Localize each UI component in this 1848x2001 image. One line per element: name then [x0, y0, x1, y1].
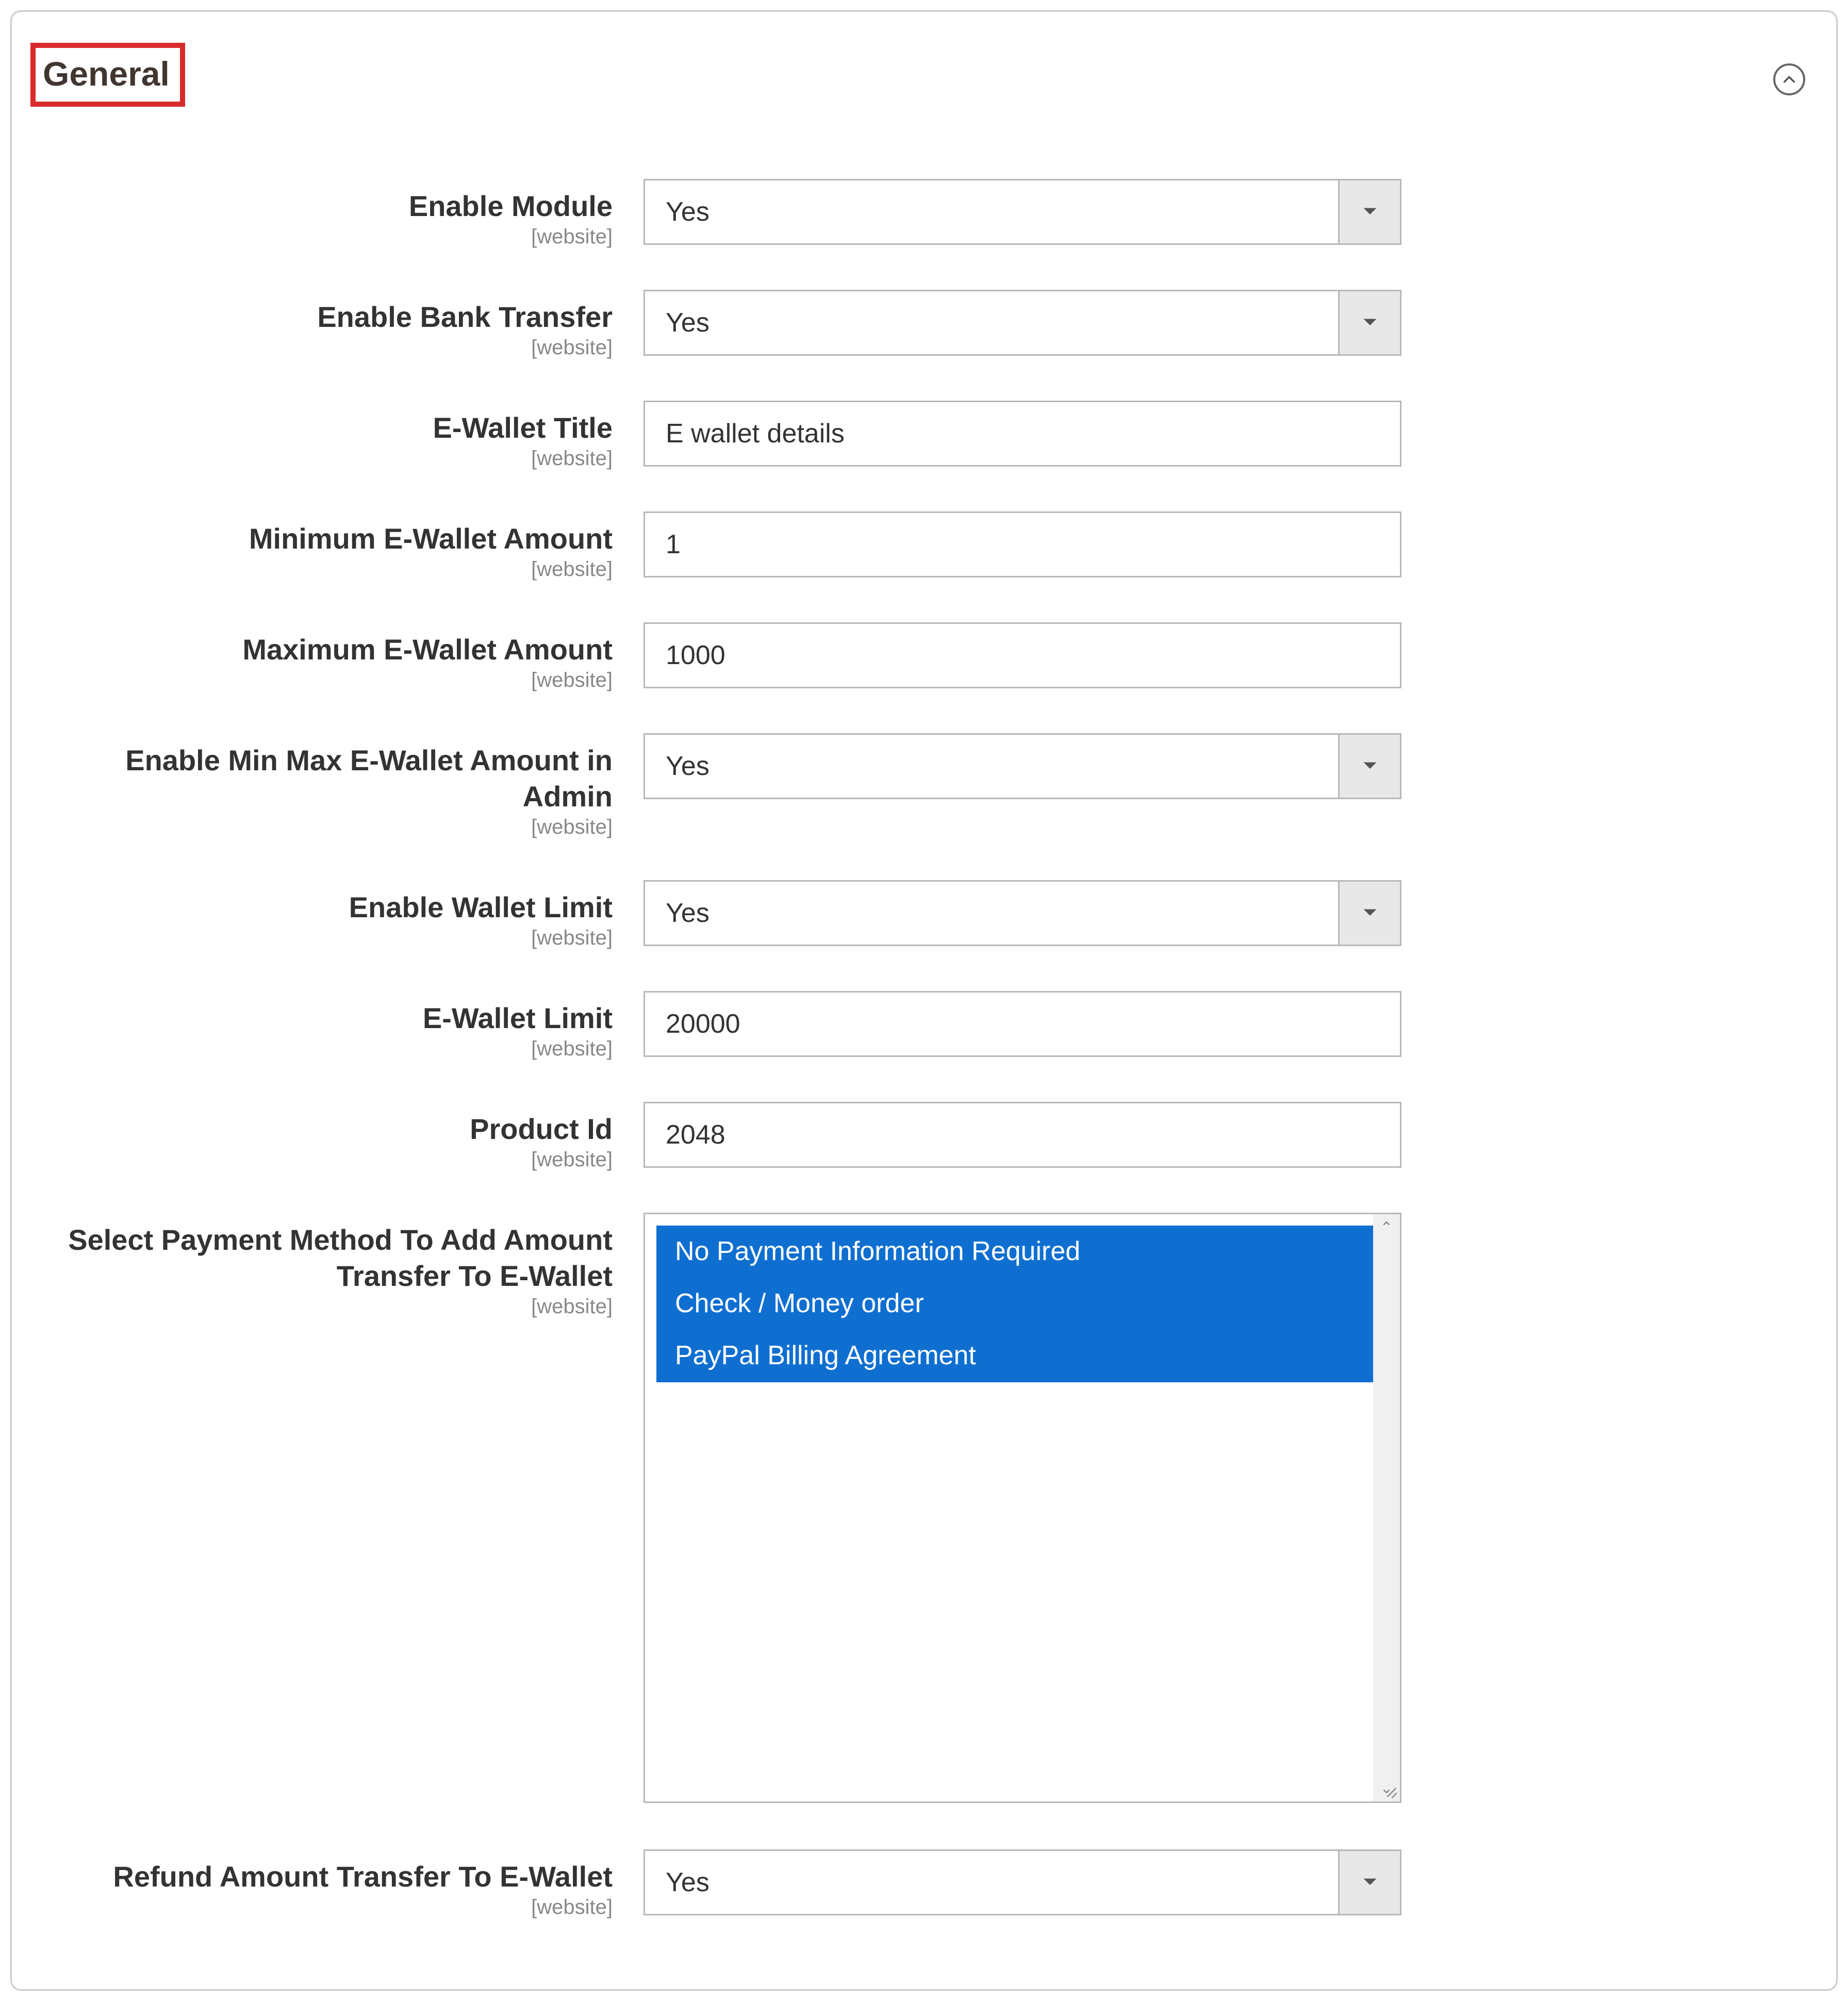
field-label: E-Wallet Title: [433, 411, 613, 444]
row-max-amount: Maximum E-Wallet Amount [website]: [32, 622, 1816, 692]
field-label: Enable Module: [409, 190, 613, 222]
field-label: Product Id: [470, 1113, 613, 1145]
chevron-down-icon: [1338, 882, 1400, 945]
multiselect-options: No Payment Information Required Check / …: [645, 1214, 1400, 1394]
field-label: Enable Bank Transfer: [317, 301, 613, 333]
field-label: E-Wallet Limit: [423, 1002, 613, 1034]
enable-bank-transfer-select[interactable]: Yes: [644, 290, 1401, 356]
label-col: Maximum E-Wallet Amount [website]: [32, 622, 644, 692]
select-value: Yes: [645, 307, 1338, 338]
scope-label: [website]: [32, 1295, 613, 1318]
label-col: E-Wallet Title [website]: [32, 401, 644, 470]
row-enable-module: Enable Module [website] Yes: [32, 179, 1816, 249]
label-col: Minimum E-Wallet Amount [website]: [32, 511, 644, 581]
field-label: Enable Min Max E-Wallet Amount in Admin: [125, 744, 613, 813]
scope-label: [website]: [32, 558, 613, 581]
field-label: Select Payment Method To Add Amount Tran…: [68, 1223, 613, 1292]
chevron-down-icon: [1338, 180, 1400, 243]
scope-label: [website]: [32, 336, 613, 359]
multiselect-option[interactable]: No Payment Information Required: [656, 1226, 1389, 1278]
multiselect-option[interactable]: Check / Money order: [656, 1278, 1389, 1330]
row-product-id: Product Id [website]: [32, 1102, 1816, 1171]
label-col: Enable Module [website]: [32, 179, 644, 249]
payment-methods-multiselect[interactable]: No Payment Information Required Check / …: [644, 1213, 1401, 1803]
scope-label: [website]: [32, 1896, 613, 1919]
chevron-down-icon: [1338, 291, 1400, 354]
refund-transfer-select[interactable]: Yes: [644, 1849, 1401, 1915]
scroll-up-icon[interactable]: ⌃: [1373, 1214, 1400, 1241]
label-col: Enable Bank Transfer [website]: [32, 290, 644, 359]
label-col: Select Payment Method To Add Amount Tran…: [32, 1213, 644, 1318]
label-col: Refund Amount Transfer To E-Wallet [webs…: [32, 1849, 644, 1919]
chevron-down-icon: [1338, 1851, 1400, 1914]
collapse-section-icon[interactable]: [1773, 63, 1805, 95]
select-value: Yes: [645, 1867, 1338, 1898]
select-value: Yes: [645, 196, 1338, 227]
scope-label: [website]: [32, 225, 613, 249]
section-title: General: [30, 43, 185, 107]
row-min-amount: Minimum E-Wallet Amount [website]: [32, 511, 1816, 581]
scrollbar[interactable]: ⌃ ⌄: [1373, 1214, 1400, 1801]
scope-label: [website]: [32, 927, 613, 950]
label-col: Enable Wallet Limit [website]: [32, 880, 644, 950]
min-amount-input[interactable]: [644, 511, 1401, 577]
row-ewallet-limit: E-Wallet Limit [website]: [32, 991, 1816, 1061]
product-id-input[interactable]: [644, 1102, 1401, 1168]
scope-label: [website]: [32, 816, 613, 839]
select-value: Yes: [645, 898, 1338, 929]
scope-label: [website]: [32, 1037, 613, 1061]
label-col: Enable Min Max E-Wallet Amount in Admin …: [32, 733, 644, 839]
row-enable-wallet-limit: Enable Wallet Limit [website] Yes: [32, 880, 1816, 950]
multiselect-option[interactable]: PayPal Billing Agreement: [656, 1330, 1389, 1382]
scope-label: [website]: [32, 1148, 613, 1171]
enable-minmax-admin-select[interactable]: Yes: [644, 733, 1401, 799]
enable-wallet-limit-select[interactable]: Yes: [644, 880, 1401, 946]
select-value: Yes: [645, 751, 1338, 782]
row-payment-methods: Select Payment Method To Add Amount Tran…: [32, 1213, 1816, 1803]
scope-label: [website]: [32, 669, 613, 692]
row-refund-transfer: Refund Amount Transfer To E-Wallet [webs…: [32, 1849, 1816, 1919]
row-enable-bank-transfer: Enable Bank Transfer [website] Yes: [32, 290, 1816, 359]
ewallet-title-input[interactable]: [644, 401, 1401, 467]
label-col: E-Wallet Limit [website]: [32, 991, 644, 1061]
chevron-down-icon: [1338, 735, 1400, 798]
max-amount-input[interactable]: [644, 622, 1401, 688]
enable-module-select[interactable]: Yes: [644, 179, 1401, 245]
resize-grip-icon[interactable]: [1381, 1783, 1397, 1798]
row-enable-minmax-admin: Enable Min Max E-Wallet Amount in Admin …: [32, 733, 1816, 839]
field-label: Refund Amount Transfer To E-Wallet: [113, 1860, 613, 1893]
field-label: Maximum E-Wallet Amount: [242, 633, 613, 666]
section-header: General: [32, 43, 1816, 107]
general-settings-panel: General Enable Module [website] Yes Enab…: [10, 10, 1838, 1991]
row-ewallet-title: E-Wallet Title [website]: [32, 401, 1816, 470]
field-label: Enable Wallet Limit: [349, 891, 613, 923]
scope-label: [website]: [32, 447, 613, 470]
ewallet-limit-input[interactable]: [644, 991, 1401, 1057]
field-label: Minimum E-Wallet Amount: [249, 522, 613, 555]
label-col: Product Id [website]: [32, 1102, 644, 1171]
